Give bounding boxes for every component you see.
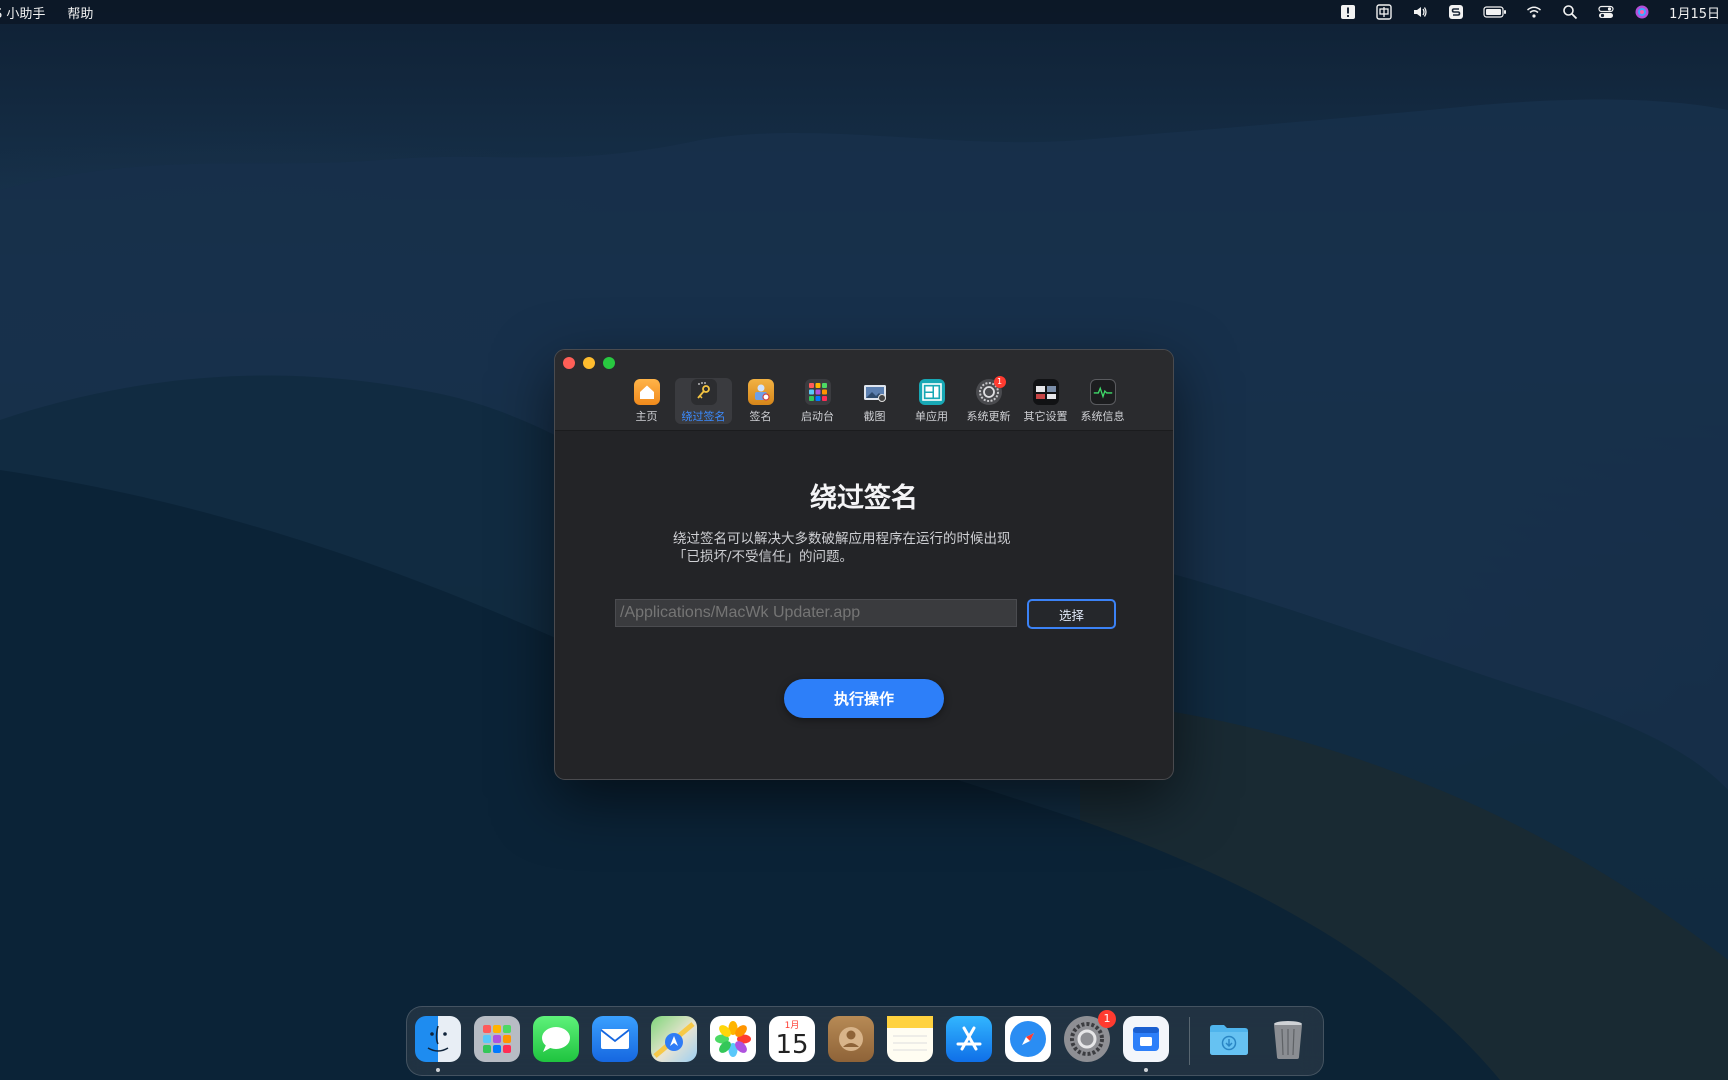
wifi-icon[interactable] [1525, 4, 1543, 20]
dock-system-preferences[interactable]: 1 [1064, 1010, 1116, 1062]
search-icon[interactable] [1561, 4, 1579, 20]
signature-icon [747, 379, 774, 405]
dock-downloads[interactable] [1206, 1016, 1252, 1062]
launchpad-icon [804, 379, 831, 405]
other-settings-icon [1032, 379, 1059, 405]
control-center-icon[interactable] [1597, 4, 1615, 20]
helper-app-icon [1133, 1027, 1159, 1051]
dock-app-store[interactable] [946, 1016, 992, 1062]
safari-icon [1010, 1021, 1046, 1057]
input-method-icon[interactable] [1375, 4, 1393, 20]
menu-app-name[interactable]: S 小助手 [0, 3, 45, 22]
dock-messages[interactable] [533, 1016, 579, 1062]
app-s-icon[interactable] [1447, 4, 1465, 20]
dock-photos[interactable] [710, 1016, 756, 1062]
tab-bypass-signature-label: 绕过签名 [681, 410, 726, 423]
dock-safari[interactable] [1005, 1016, 1051, 1062]
dock-contacts[interactable] [828, 1016, 874, 1062]
system-update-badge: 1 [993, 376, 1006, 388]
description-line-2: 「已损坏/不受信任」的问题。 [673, 549, 854, 565]
downloads-folder-icon [1210, 1025, 1248, 1055]
description-line-1: 绕过签名可以解决大多数破解应用程序在运行的时候出现 [673, 531, 1011, 547]
tab-bypass-signature[interactable]: 绕过签名 [675, 378, 732, 424]
choose-button[interactable]: 选择 [1027, 599, 1116, 629]
tab-home[interactable]: 主页 [618, 378, 675, 424]
toolbar-tabs: 主页 绕过签名 签名 启动台 截图 单应用 1 系统更新 其它设置 系统信息 [618, 376, 1131, 424]
tab-system-update-label: 系统更新 [966, 410, 1011, 423]
app-store-icon [956, 1026, 982, 1051]
app-path-input[interactable] [615, 599, 1017, 627]
single-app-icon [918, 379, 945, 405]
dock-launchpad[interactable] [474, 1016, 520, 1062]
system-update-icon: 1 [975, 376, 1006, 405]
menu-help[interactable]: 帮助 [67, 3, 93, 22]
trash-icon [1274, 1021, 1302, 1059]
tab-screenshot[interactable]: 截图 [846, 378, 903, 424]
tab-system-info[interactable]: 系统信息 [1074, 378, 1131, 424]
app-window: 主页 绕过签名 签名 启动台 截图 单应用 1 系统更新 其它设置 系统信息 绕… [554, 349, 1174, 780]
battery-icon[interactable] [1483, 4, 1507, 20]
close-window-button[interactable] [563, 357, 575, 369]
zoom-window-button[interactable] [603, 357, 615, 369]
dock-trash[interactable] [1265, 1016, 1311, 1062]
dock-finder[interactable] [415, 1016, 461, 1062]
photos-icon [715, 1021, 751, 1057]
tab-single-app[interactable]: 单应用 [903, 378, 960, 424]
dock-mail[interactable] [592, 1016, 638, 1062]
helper-running-indicator [1144, 1068, 1148, 1072]
traffic-lights [563, 357, 615, 369]
dock-notes[interactable] [887, 1016, 933, 1062]
menu-bar: S 小助手 帮助 1月15日 [0, 0, 1728, 24]
dock-maps[interactable] [651, 1016, 697, 1062]
tab-launchpad-label: 启动台 [801, 410, 834, 423]
tab-system-info-label: 系统信息 [1080, 410, 1125, 423]
minimize-window-button[interactable] [583, 357, 595, 369]
menu-clock[interactable]: 1月15日 [1669, 3, 1720, 22]
siri-icon[interactable] [1633, 4, 1651, 20]
tab-other-settings-label: 其它设置 [1023, 410, 1068, 423]
page-title: 绕过签名 [810, 483, 918, 514]
tab-screenshot-label: 截图 [863, 410, 886, 423]
key-wand-icon [690, 379, 717, 405]
contacts-icon [839, 1027, 863, 1051]
tab-other-settings[interactable]: 其它设置 [1017, 378, 1074, 424]
tab-signature-label: 签名 [749, 410, 772, 423]
notification-icon[interactable] [1339, 4, 1357, 20]
screenshot-icon [862, 379, 888, 405]
mail-icon [600, 1029, 630, 1049]
home-icon [633, 379, 660, 405]
calendar-day: 15 [775, 1030, 809, 1060]
maps-icon [653, 1022, 695, 1058]
tab-signature[interactable]: 签名 [732, 378, 789, 424]
launchpad-icon [483, 1025, 511, 1053]
system-info-icon [1089, 379, 1116, 405]
volume-icon[interactable] [1411, 4, 1429, 20]
system-preferences-badge: 1 [1098, 1010, 1116, 1028]
page-description: 绕过签名可以解决大多数破解应用程序在运行的时候出现 「已损坏/不受信任」的问题。 [673, 530, 1011, 566]
tab-system-update[interactable]: 1 系统更新 [960, 376, 1017, 424]
finder-icon [427, 1025, 449, 1052]
finder-running-indicator [436, 1068, 440, 1072]
dock-calendar[interactable]: 1月 15 [769, 1016, 815, 1062]
messages-icon [542, 1027, 570, 1052]
bypass-signature-panel: 绕过签名 绕过签名可以解决大多数破解应用程序在运行的时候出现 「已损坏/不受信任… [555, 430, 1173, 779]
dock-divider [1189, 1017, 1190, 1065]
dock: 1月 15 1 [406, 1006, 1324, 1076]
tab-single-app-label: 单应用 [915, 410, 948, 423]
tab-launchpad[interactable]: 启动台 [789, 378, 846, 424]
tab-home-label: 主页 [635, 410, 658, 423]
window-toolbar: 主页 绕过签名 签名 启动台 截图 单应用 1 系统更新 其它设置 系统信息 [555, 350, 1173, 431]
execute-button[interactable]: 执行操作 [784, 679, 944, 718]
notes-icon [887, 1016, 933, 1051]
dock-helper-app[interactable] [1123, 1016, 1169, 1062]
